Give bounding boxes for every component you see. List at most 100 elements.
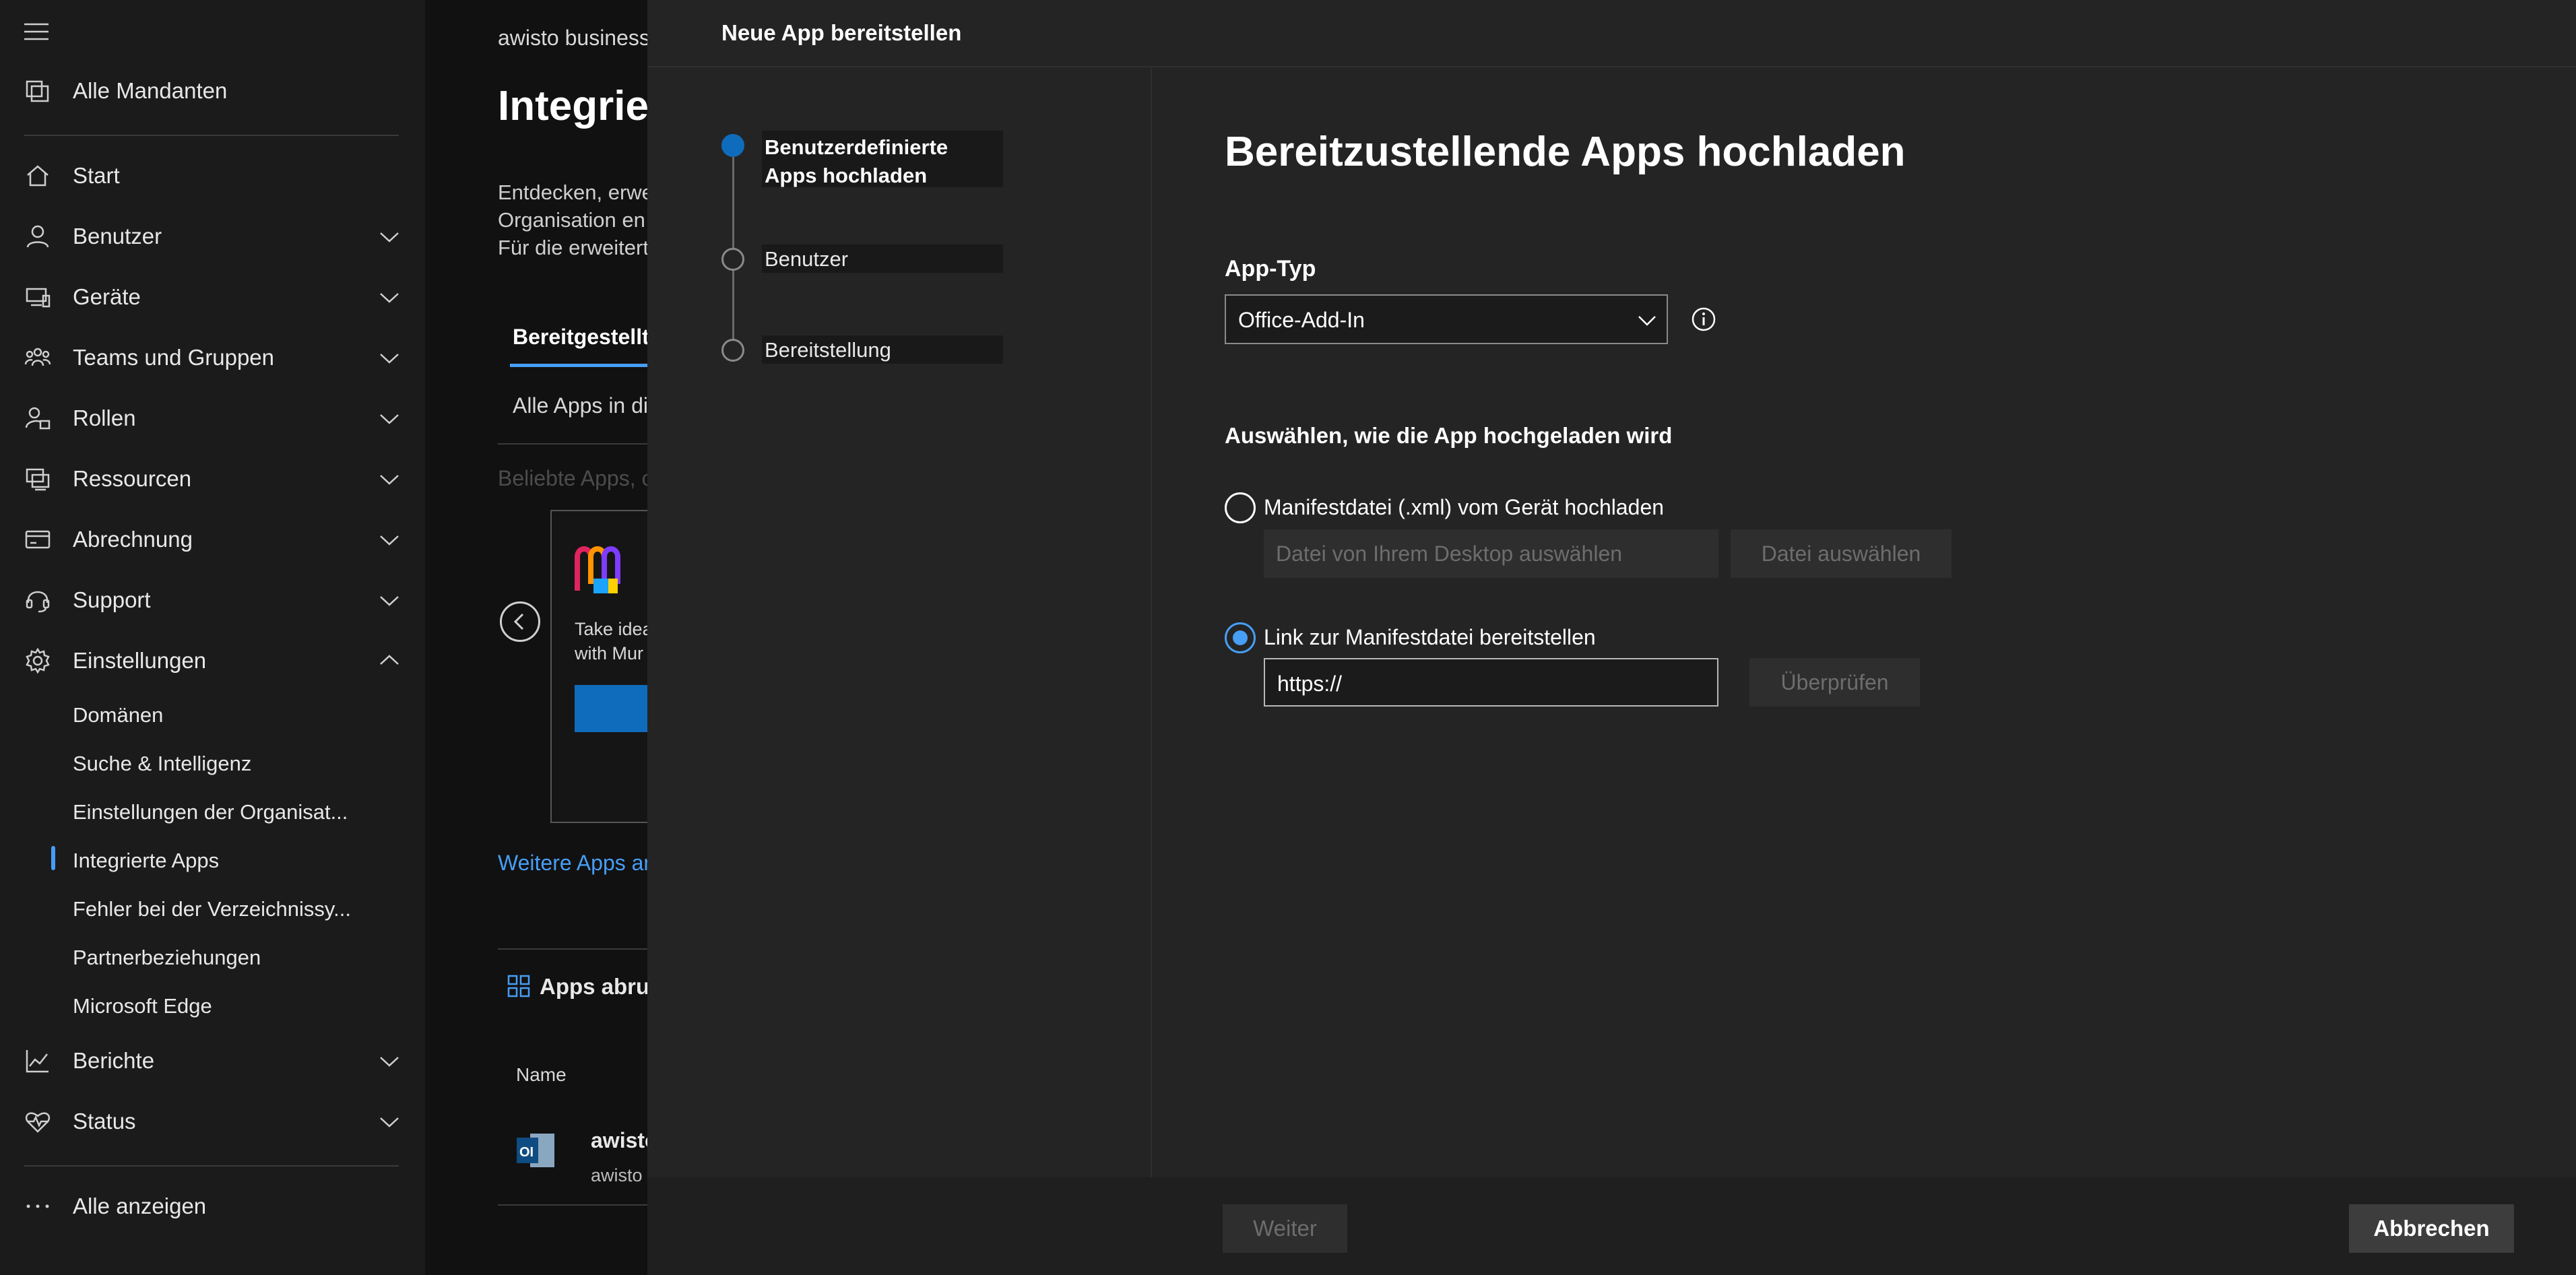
panel-title: Neue App bereitstellen [721, 20, 962, 45]
step-users[interactable]: Benutzer [762, 244, 1003, 273]
page-title: Integrie [498, 83, 647, 129]
nav-sub-domains[interactable]: Domänen [0, 691, 425, 740]
chevron-down-icon [378, 1051, 401, 1071]
nav-item-label: Status [73, 1109, 136, 1134]
nav-sub-integrated-apps[interactable]: Integrierte Apps [0, 837, 425, 885]
app-card[interactable]: Take idea with Mur [550, 510, 647, 823]
deploy-app-panel: Neue App bereitstellen Benutzerdefiniert… [647, 0, 2576, 1275]
choose-file-button[interactable]: Datei auswählen [1731, 529, 1952, 578]
outlook-icon: OI [515, 1130, 557, 1171]
step-deployment[interactable]: Bereitstellung [762, 335, 1003, 364]
file-path-input: Datei von Ihrem Desktop auswählen [1264, 529, 1718, 578]
app-card-button[interactable] [575, 685, 647, 732]
nav-item-reports[interactable]: Berichte [0, 1031, 425, 1091]
nav-item-users[interactable]: Benutzer [0, 206, 425, 267]
app-row-subtitle: awisto [591, 1165, 643, 1185]
nav-item-resources[interactable]: Ressourcen [0, 449, 425, 509]
nav-sub-label: Fehler bei der Verzeichnissy... [73, 897, 351, 921]
tab-active-underline [510, 364, 647, 367]
roles-icon [24, 405, 51, 432]
chevron-down-icon [378, 226, 401, 247]
nav-item-teams-groups[interactable]: Teams und Gruppen [0, 327, 425, 388]
nav-item-settings[interactable]: Einstellungen [0, 630, 425, 691]
manifest-url-value: https:// [1277, 672, 1343, 696]
active-indicator [51, 846, 55, 870]
divider [498, 1204, 647, 1206]
chevron-left-icon [513, 613, 524, 630]
radio-manifest-link-label[interactable]: Link zur Manifestdatei bereitstellen [1264, 625, 1596, 650]
subtab-all-apps[interactable]: Alle Apps in di [513, 393, 647, 418]
page-description-line: Entdecken, erwe [498, 181, 647, 204]
manifest-url-input[interactable]: https:// [1264, 658, 1718, 707]
section-title: Bereitzustellende Apps hochladen [1225, 129, 1906, 175]
chevron-up-icon [378, 651, 401, 671]
column-header-name[interactable]: Name [516, 1064, 567, 1086]
popular-apps-heading: Beliebte Apps, c [498, 466, 647, 490]
nav-item-devices[interactable]: Geräte [0, 267, 425, 327]
gear-icon [24, 647, 51, 674]
nav-sub-label: Partnerbeziehungen [73, 946, 261, 969]
devices-icon [24, 284, 51, 310]
person-icon [24, 223, 51, 250]
nav-item-support[interactable]: Support [0, 570, 425, 630]
tab-deployed-apps[interactable]: Bereitgestellte [513, 325, 647, 350]
cancel-button[interactable]: Abbrechen [2349, 1204, 2514, 1253]
nav-item-billing[interactable]: Abrechnung [0, 509, 425, 570]
more-apps-link[interactable]: Weitere Apps an [498, 851, 647, 876]
left-navigation: Alle Mandanten Start Benutzer Geräte Tea… [0, 0, 425, 1275]
hamburger-menu-icon[interactable] [23, 20, 50, 43]
tenants-icon [24, 77, 51, 104]
app-type-value: Office-Add-In [1238, 308, 1365, 332]
chart-icon [24, 1047, 51, 1074]
chevron-down-icon [1637, 310, 1657, 329]
nav-sub-label: Integrierte Apps [73, 849, 220, 872]
background-page: awisto business Integrie Entdecken, erwe… [425, 0, 647, 1275]
nav-item-start[interactable]: Start [0, 145, 425, 206]
chevron-down-icon [378, 408, 401, 428]
nav-item-label: Rollen [73, 405, 136, 430]
file-path-placeholder: Datei von Ihrem Desktop auswählen [1276, 542, 1623, 566]
step-upload-custom-apps[interactable]: Benutzerdefinierte Apps hochladen [762, 131, 1003, 187]
nav-item-label: Abrechnung [73, 527, 193, 552]
radio-upload-manifest-file-label[interactable]: Manifestdatei (.xml) vom Gerät hochladen [1264, 495, 1664, 520]
nav-sub-label: Domänen [73, 703, 164, 727]
upload-method-label: Auswählen, wie die App hochgeladen wird [1225, 423, 1673, 448]
nav-sub-search-intelligence[interactable]: Suche & Intelligenz [0, 740, 425, 788]
nav-item-show-all[interactable]: Alle anzeigen [0, 1176, 425, 1237]
headset-icon [24, 587, 51, 614]
radio-manifest-link[interactable] [1225, 622, 1256, 653]
nav-item-label: Einstellungen [73, 648, 207, 673]
panel-footer: Weiter Abbrechen [647, 1177, 2576, 1275]
nav-item-all-tenants[interactable]: Alle Mandanten [0, 61, 425, 121]
nav-item-label: Alle Mandanten [73, 78, 228, 103]
radio-upload-manifest-file[interactable] [1225, 492, 1256, 523]
step-connector [732, 271, 734, 341]
step-connector [732, 157, 734, 255]
info-icon[interactable] [1690, 306, 1717, 333]
chevron-down-icon [378, 1111, 401, 1132]
app-type-dropdown[interactable]: Office-Add-In [1225, 294, 1668, 344]
teams-icon [24, 344, 51, 371]
panel-header-divider [647, 66, 2576, 67]
validate-button[interactable]: Überprüfen [1749, 658, 1920, 707]
tenant-name: awisto business [498, 26, 647, 50]
nav-item-roles[interactable]: Rollen [0, 388, 425, 449]
nav-sub-org-settings[interactable]: Einstellungen der Organisat... [0, 788, 425, 837]
divider [498, 443, 647, 445]
more-icon [24, 1193, 51, 1220]
get-apps-button[interactable]: Apps abrufe [540, 974, 647, 1000]
carousel-prev-button[interactable] [500, 601, 540, 642]
apps-grid-icon [507, 974, 531, 998]
app-row-title[interactable]: awisto [591, 1128, 647, 1153]
nav-item-label: Benutzer [73, 224, 162, 249]
divider [498, 948, 647, 950]
nav-item-status[interactable]: Status [0, 1091, 425, 1152]
nav-sub-dirsync-errors[interactable]: Fehler bei der Verzeichnissy... [0, 885, 425, 934]
app-card-text: Take idea [575, 619, 647, 639]
nav-sub-partner-relationships[interactable]: Partnerbeziehungen [0, 934, 425, 982]
chevron-down-icon [378, 287, 401, 307]
nav-sub-microsoft-edge[interactable]: Microsoft Edge [0, 982, 425, 1031]
next-button[interactable]: Weiter [1223, 1204, 1347, 1253]
nav-item-label: Berichte [73, 1048, 155, 1073]
chevron-down-icon [378, 529, 401, 550]
